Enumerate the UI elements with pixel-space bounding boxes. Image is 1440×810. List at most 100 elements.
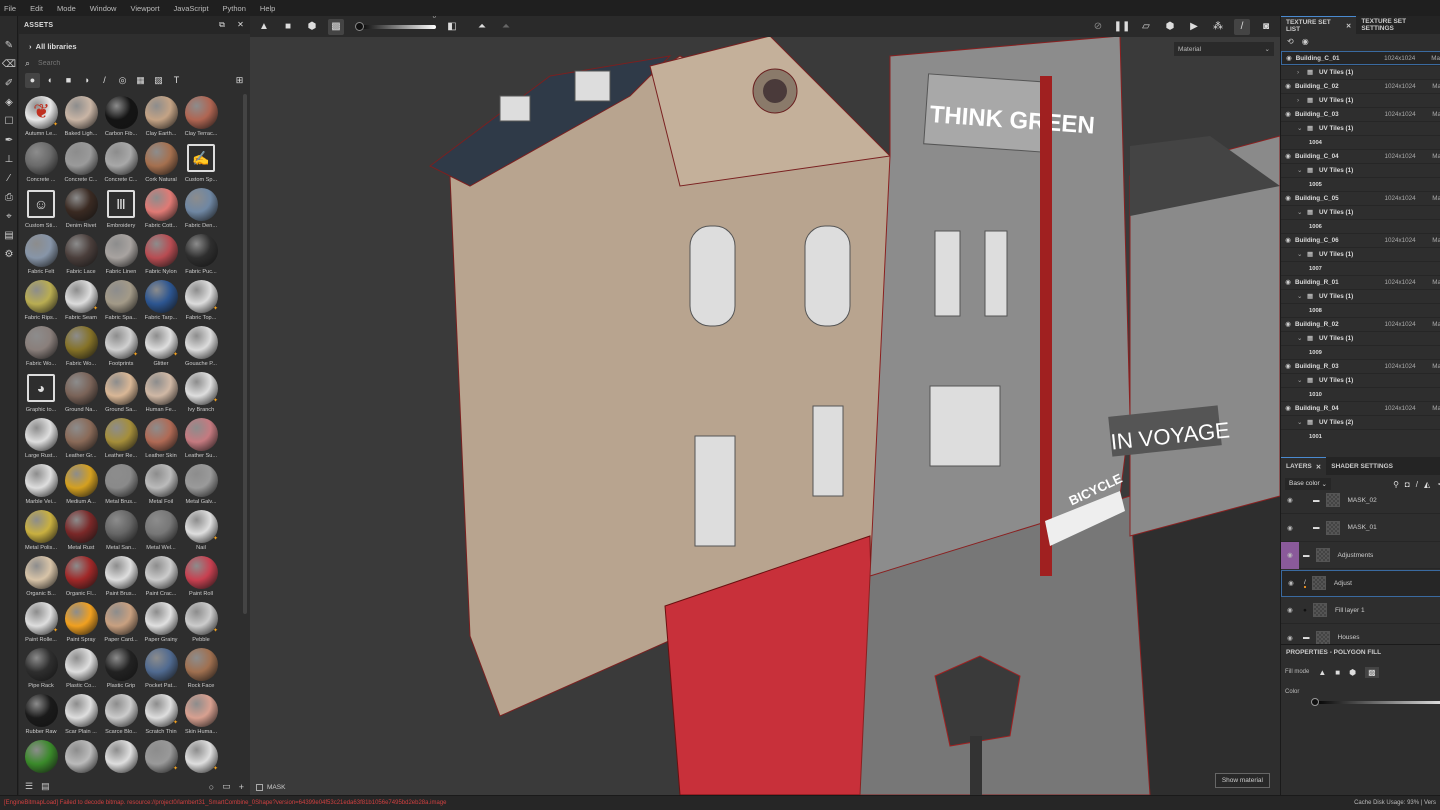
- asset-item[interactable]: Metal Rust: [61, 508, 101, 554]
- screenshot-icon[interactable]: ◙: [1258, 19, 1274, 35]
- measure-icon[interactable]: ⌖: [0, 207, 18, 226]
- chevron-down-icon[interactable]: ⌄: [1297, 293, 1307, 300]
- symmetry-off-icon[interactable]: ⏶: [498, 19, 514, 35]
- asset-item[interactable]: ⅢEmbroidery: [101, 186, 141, 232]
- eye-icon[interactable]: ◉: [1281, 405, 1295, 412]
- eye-icon[interactable]: ◉: [1281, 597, 1299, 624]
- eye-icon[interactable]: ◉: [1281, 514, 1299, 541]
- asset-item[interactable]: ✦Fabric Seam: [61, 278, 101, 324]
- layer-mask-thumbnail[interactable]: [1326, 521, 1340, 535]
- close-icon[interactable]: ✕: [1316, 463, 1321, 471]
- mesh-fill-icon[interactable]: ⬢: [304, 19, 320, 35]
- projection-tool-icon[interactable]: ✐: [0, 74, 18, 93]
- asset-item[interactable]: Leather Su...: [181, 416, 221, 462]
- asset-item[interactable]: [101, 738, 141, 776]
- texture-set-row[interactable]: ◉Building_C_031024x1024Ma: [1281, 107, 1440, 121]
- environment-filter-icon[interactable]: ▨: [151, 73, 166, 88]
- asset-item[interactable]: Marble Vei...: [21, 462, 61, 508]
- materials-filter-icon[interactable]: ●: [25, 73, 40, 88]
- asset-item[interactable]: Fabric Den...: [181, 186, 221, 232]
- eye-icon[interactable]: ◉: [1281, 153, 1295, 160]
- uv-tile-row[interactable]: 1007: [1281, 261, 1440, 275]
- brushes-filter-icon[interactable]: /: [97, 73, 112, 88]
- eye-icon[interactable]: ◉: [1281, 237, 1295, 244]
- asset-item[interactable]: Clay Earth...: [141, 94, 181, 140]
- pause-icon[interactable]: ❚❚: [1114, 19, 1130, 35]
- settings-icon[interactable]: ⚙: [0, 245, 18, 264]
- smudge-tool-icon[interactable]: ☐: [0, 112, 18, 131]
- triangle-fill-icon[interactable]: ▲: [1318, 668, 1326, 677]
- chevron-down-icon[interactable]: ⌄: [1297, 419, 1307, 426]
- viewport[interactable]: THINK GREEN IN VOYAGE BICYCLE ▲ ■ ⬢ ▩ 0 …: [250, 16, 1280, 795]
- uv-tile-row[interactable]: 1005: [1281, 177, 1440, 191]
- asset-item[interactable]: Fabric Rips...: [21, 278, 61, 324]
- asset-item[interactable]: ✦Scratch Thin: [141, 692, 181, 738]
- uv-tiles-row[interactable]: ⌄▦UV Tiles (1): [1281, 121, 1440, 135]
- toggle-icon[interactable]: ◧: [444, 19, 460, 35]
- asset-item[interactable]: Ground Sa...: [101, 370, 141, 416]
- chevron-right-icon[interactable]: ›: [1297, 97, 1307, 104]
- geometry-fill-icon[interactable]: ◈: [0, 93, 18, 112]
- eye-icon[interactable]: ◉: [1281, 83, 1295, 90]
- library-selector[interactable]: › All libraries: [29, 42, 77, 51]
- menu-file[interactable]: File: [4, 4, 16, 13]
- menu-javascript[interactable]: JavaScript: [174, 4, 209, 13]
- uv-tiles-row[interactable]: ›▦UV Tiles (1): [1281, 65, 1440, 79]
- stamp-tool-icon[interactable]: ⊥: [0, 150, 18, 169]
- asset-item[interactable]: Fabric Wo...: [61, 324, 101, 370]
- asset-item[interactable]: ✦Fabric Top...: [181, 278, 221, 324]
- asset-item[interactable]: Paint Spray: [61, 600, 101, 646]
- visibility-refresh-icon[interactable]: ⟲: [1287, 37, 1294, 46]
- asset-item[interactable]: Scar Plain ...: [61, 692, 101, 738]
- close-icon[interactable]: ✕: [237, 20, 244, 30]
- uv-tile-row[interactable]: 1006: [1281, 219, 1440, 233]
- folder-list-icon[interactable]: ▤: [41, 781, 50, 792]
- eye-icon[interactable]: ◉: [1281, 279, 1295, 286]
- uv-tiles-row[interactable]: ⌄▦UV Tiles (1): [1281, 247, 1440, 261]
- uv-tiles-row[interactable]: ⌄▦UV Tiles (1): [1281, 163, 1440, 177]
- asset-item[interactable]: ☺Custom Sti...: [21, 186, 61, 232]
- smart-materials-filter-icon[interactable]: ◐: [43, 73, 58, 88]
- asset-item[interactable]: Plastic Grip: [101, 646, 141, 692]
- clone-tool-icon[interactable]: ✒: [0, 131, 18, 150]
- text-filter-icon[interactable]: T: [169, 73, 184, 88]
- assets-scrollbar[interactable]: [243, 94, 247, 614]
- layer-row[interactable]: ◉▬MASK_02: [1281, 493, 1440, 514]
- eye-icon[interactable]: ◉: [1281, 542, 1299, 569]
- chevron-down-icon[interactable]: ⌄: [1297, 377, 1307, 384]
- layer-mask-thumbnail[interactable]: [1312, 576, 1326, 590]
- eye-icon[interactable]: ◉: [1281, 321, 1295, 328]
- slider-handle[interactable]: [1311, 698, 1319, 706]
- texture-set-row[interactable]: ◉Building_R_011024x1024Ma: [1281, 275, 1440, 289]
- asset-item[interactable]: Fabric Cott...: [141, 186, 181, 232]
- polygon-fill-icon[interactable]: ■: [280, 19, 296, 35]
- texture-set-row[interactable]: ◉Building_C_011024x1024Ma: [1281, 51, 1440, 65]
- color-slider[interactable]: [1314, 701, 1440, 704]
- asset-item[interactable]: Skin Huma...: [181, 692, 221, 738]
- eye-icon[interactable]: ◉: [1302, 37, 1309, 46]
- layer-mask-thumbnail[interactable]: [1326, 493, 1340, 507]
- tab-shader-settings[interactable]: SHADER SETTINGS: [1326, 457, 1398, 475]
- asset-item[interactable]: Gouache P...: [181, 324, 221, 370]
- layer-mask-thumbnail[interactable]: [1313, 603, 1327, 617]
- asset-item[interactable]: Ground Na...: [61, 370, 101, 416]
- float-icon[interactable]: ⧉: [219, 20, 225, 30]
- asset-item[interactable]: ✦Pebble: [181, 600, 221, 646]
- asset-item[interactable]: Fabric Linen: [101, 232, 141, 278]
- asset-item[interactable]: Metal Galv...: [181, 462, 221, 508]
- uv-chunk-fill-icon[interactable]: ▩: [1365, 667, 1379, 678]
- asset-item[interactable]: ✦Paint Rolle...: [21, 600, 61, 646]
- asset-item[interactable]: Concrete C...: [61, 140, 101, 186]
- asset-item[interactable]: Fabric Puc...: [181, 232, 221, 278]
- add-paint-layer-icon[interactable]: /: [1416, 480, 1418, 489]
- texture-set-row[interactable]: ◉Building_R_031024x1024Ma: [1281, 359, 1440, 373]
- asset-item[interactable]: Paper Card...: [101, 600, 141, 646]
- bake-icon[interactable]: ⎙: [0, 188, 18, 207]
- asset-item[interactable]: ✦Nail: [181, 508, 221, 554]
- asset-item[interactable]: ✍Custom Sp...: [181, 140, 221, 186]
- asset-item[interactable]: Fabric Wo...: [21, 324, 61, 370]
- uv-tile-row[interactable]: 1010: [1281, 387, 1440, 401]
- uv-tiles-row[interactable]: ⌄▦UV Tiles (2): [1281, 415, 1440, 429]
- render-mode-icon[interactable]: ⬢: [1162, 19, 1178, 35]
- uv-tiles-row[interactable]: ⌄▦UV Tiles (1): [1281, 205, 1440, 219]
